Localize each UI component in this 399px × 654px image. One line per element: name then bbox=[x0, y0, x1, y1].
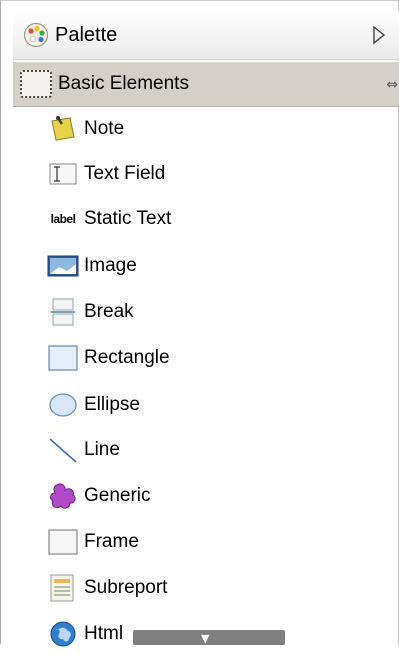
item-label: Subreport bbox=[84, 577, 168, 598]
item-label: Generic bbox=[84, 485, 151, 506]
html-icon bbox=[47, 619, 79, 649]
palette-item-image[interactable]: Image bbox=[47, 246, 137, 286]
palette-item-html[interactable]: Html bbox=[47, 614, 123, 654]
ellipse-icon bbox=[47, 390, 79, 420]
palette-item-ellipse[interactable]: Ellipse bbox=[47, 385, 140, 425]
palette-title: Palette bbox=[55, 23, 118, 46]
scroll-down-arrow-icon[interactable]: ▼ bbox=[201, 632, 209, 645]
palette-panel: Palette Basic Elements ⇔ Note Text Field… bbox=[0, 0, 399, 647]
generic-icon bbox=[47, 481, 79, 511]
palette-item-note[interactable]: Note bbox=[47, 109, 124, 149]
horizontal-scrollbar[interactable]: ▼ bbox=[133, 630, 285, 645]
item-label: Break bbox=[84, 301, 134, 322]
palette-item-break[interactable]: Break bbox=[47, 292, 134, 332]
rectangle-icon bbox=[47, 343, 79, 373]
item-label: Html bbox=[84, 623, 124, 644]
item-label: Note bbox=[84, 118, 125, 139]
palette-item-rectangle[interactable]: Rectangle bbox=[47, 338, 170, 378]
palette-item-generic[interactable]: Generic bbox=[47, 476, 151, 516]
item-label: Ellipse bbox=[84, 394, 140, 415]
break-icon bbox=[47, 297, 79, 327]
item-label: Frame bbox=[84, 531, 139, 552]
image-icon bbox=[47, 251, 79, 281]
note-icon bbox=[47, 114, 79, 144]
expand-arrows-icon[interactable]: ⇔ bbox=[386, 77, 398, 93]
item-label: Image bbox=[84, 255, 137, 276]
palette-header[interactable]: Palette bbox=[13, 11, 399, 60]
collapse-arrow-icon[interactable] bbox=[372, 25, 386, 45]
frame-icon bbox=[47, 527, 79, 557]
item-label: Static Text bbox=[84, 208, 172, 229]
palette-item-text-field[interactable]: Text Field bbox=[47, 154, 165, 194]
palette-item-line[interactable]: Line bbox=[47, 430, 120, 470]
item-label: Line bbox=[84, 439, 120, 460]
palette-icon bbox=[23, 22, 49, 48]
item-label: Rectangle bbox=[84, 347, 170, 368]
palette-item-static-text[interactable]: label Static Text bbox=[47, 199, 172, 239]
group-icon bbox=[20, 70, 52, 98]
palette-item-frame[interactable]: Frame bbox=[47, 522, 139, 562]
subreport-icon bbox=[47, 573, 79, 603]
line-icon bbox=[47, 435, 79, 465]
palette-item-subreport[interactable]: Subreport bbox=[47, 568, 167, 608]
text-field-icon bbox=[47, 159, 79, 189]
group-title: Basic Elements bbox=[58, 73, 189, 94]
static-text-icon: label bbox=[50, 212, 76, 226]
item-label: Text Field bbox=[84, 163, 166, 184]
group-basic-elements[interactable]: Basic Elements ⇔ bbox=[13, 61, 399, 107]
